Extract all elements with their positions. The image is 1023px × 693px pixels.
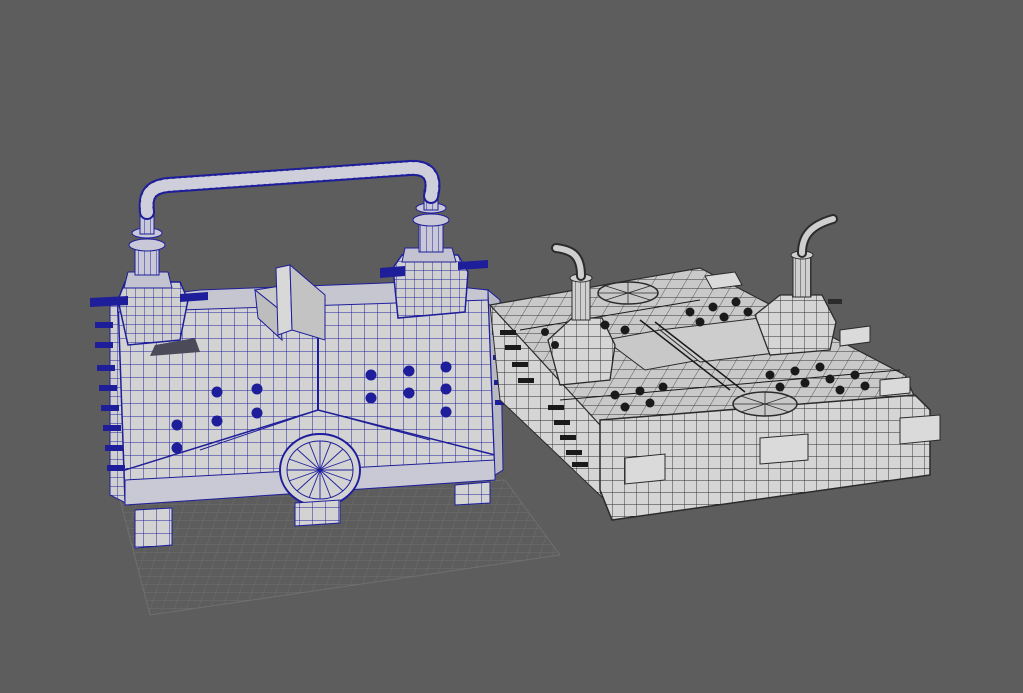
post-right bbox=[754, 214, 842, 356]
top-disc-front bbox=[732, 391, 798, 417]
viewport-canvas[interactable] bbox=[0, 0, 1023, 693]
machine-model-unselected[interactable] bbox=[488, 214, 941, 521]
wheel-disc bbox=[279, 433, 361, 507]
3d-viewport[interactable] bbox=[0, 0, 1023, 693]
top-disc-back bbox=[597, 281, 659, 305]
